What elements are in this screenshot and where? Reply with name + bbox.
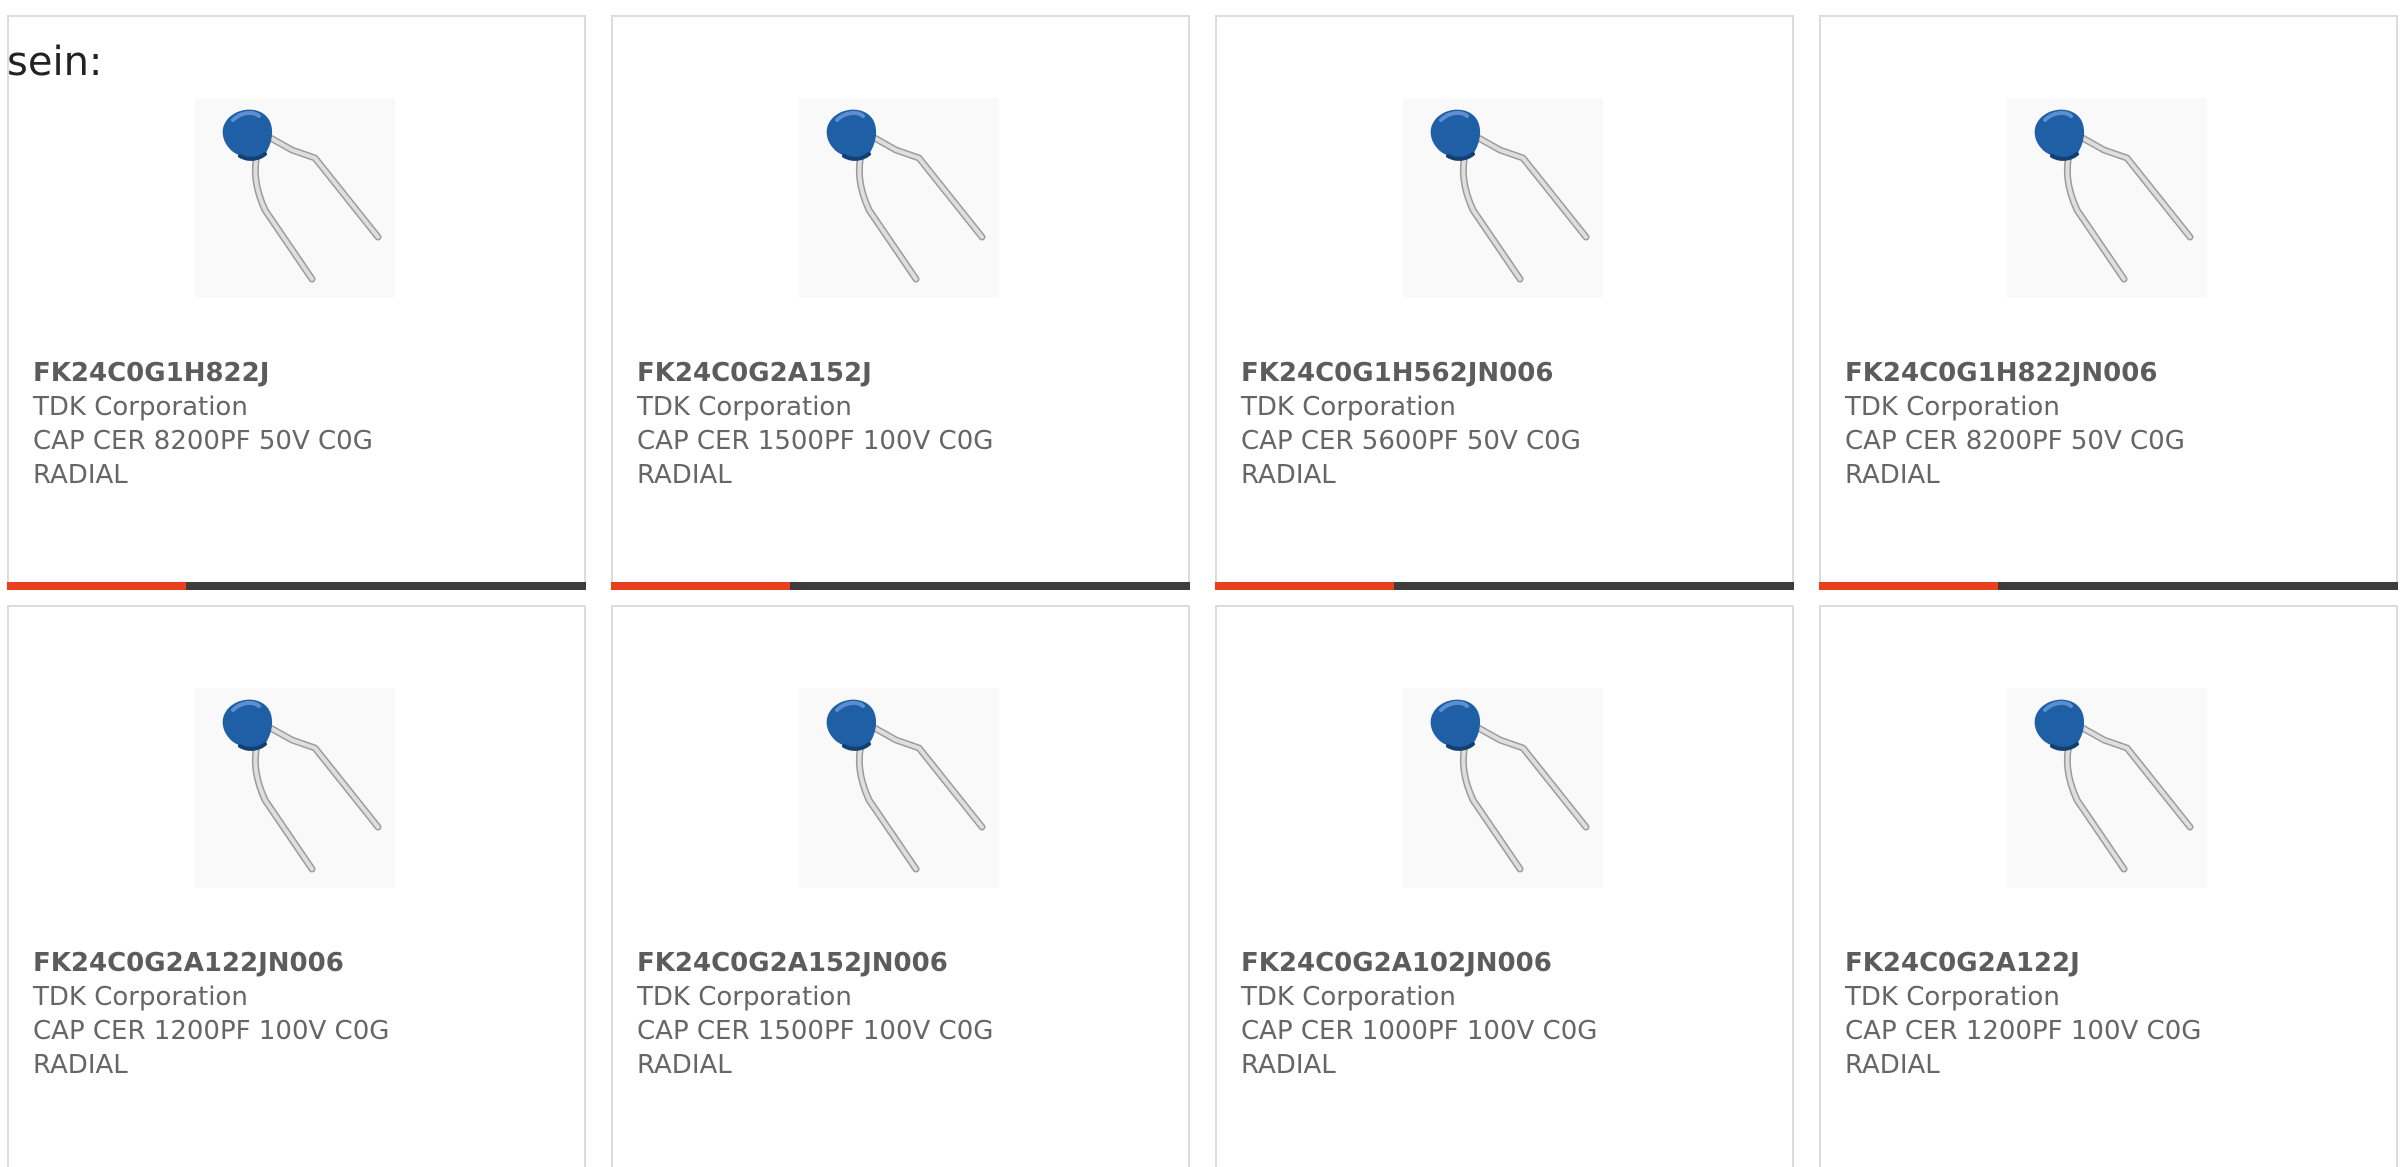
manufacturer: TDK Corporation xyxy=(1241,392,1456,422)
carousel-progress-bar xyxy=(1819,582,2398,590)
part-number[interactable]: FK24C0G1H822JN006 xyxy=(1845,356,2376,390)
description-line: CAP CER 1500PF 100V C0G xyxy=(637,1016,994,1046)
product-info: FK24C0G1H562JN006 TDK Corporation CAP CE… xyxy=(1241,356,1772,492)
manufacturer: TDK Corporation xyxy=(637,392,852,422)
carousel-progress-bar xyxy=(7,582,586,590)
description-line: CAP CER 8200PF 50V C0G xyxy=(1845,426,2185,456)
product-card[interactable]: FK24C0G2A122J TDK Corporation CAP CER 12… xyxy=(1819,605,2398,1167)
description-line: CAP CER 5600PF 50V C0G xyxy=(1241,426,1581,456)
product-card[interactable]: FK24C0G2A102JN006 TDK Corporation CAP CE… xyxy=(1215,605,1794,1167)
product-info: FK24C0G2A102JN006 TDK Corporation CAP CE… xyxy=(1241,946,1772,1082)
part-number[interactable]: FK24C0G2A122J xyxy=(1845,946,2376,980)
product-info: FK24C0G2A122J TDK Corporation CAP CER 12… xyxy=(1845,946,2376,1082)
carousel-progress-bar xyxy=(1215,582,1794,590)
ceramic-capacitor-icon[interactable] xyxy=(799,688,999,888)
product-card[interactable]: FK24C0G1H822J TDK Corporation CAP CER 82… xyxy=(7,15,586,590)
ceramic-capacitor-icon[interactable] xyxy=(195,98,395,298)
part-number[interactable]: FK24C0G1H562JN006 xyxy=(1241,356,1772,390)
progress-fill xyxy=(1215,582,1395,590)
ceramic-capacitor-icon[interactable] xyxy=(2007,98,2207,298)
product-grid: FK24C0G1H822J TDK Corporation CAP CER 82… xyxy=(7,15,2398,1167)
product-card[interactable]: FK24C0G1H562JN006 TDK Corporation CAP CE… xyxy=(1215,15,1794,590)
ceramic-capacitor-icon[interactable] xyxy=(195,688,395,888)
product-info: FK24C0G1H822J TDK Corporation CAP CER 82… xyxy=(33,356,564,492)
part-number[interactable]: FK24C0G2A102JN006 xyxy=(1241,946,1772,980)
ceramic-capacitor-icon[interactable] xyxy=(1403,98,1603,298)
product-info: FK24C0G2A122JN006 TDK Corporation CAP CE… xyxy=(33,946,564,1082)
progress-fill xyxy=(1819,582,1999,590)
description-line: CAP CER 1200PF 100V C0G xyxy=(1845,1016,2202,1046)
part-number[interactable]: FK24C0G2A122JN006 xyxy=(33,946,564,980)
description-line: RADIAL xyxy=(637,460,732,490)
product-carousel-page: sein: FK24C0G1H822J TDK Corporation CAP … xyxy=(0,0,2400,1167)
part-number[interactable]: FK24C0G2A152J xyxy=(637,356,1168,390)
manufacturer: TDK Corporation xyxy=(33,392,248,422)
part-number[interactable]: FK24C0G1H822J xyxy=(33,356,564,390)
intro-text: sein: xyxy=(7,39,103,85)
description-line: RADIAL xyxy=(33,460,128,490)
description-line: RADIAL xyxy=(1845,1050,1940,1080)
carousel-progress-bar xyxy=(611,582,1190,590)
description-line: RADIAL xyxy=(1845,460,1940,490)
manufacturer: TDK Corporation xyxy=(637,982,852,1012)
product-card[interactable]: FK24C0G2A122JN006 TDK Corporation CAP CE… xyxy=(7,605,586,1167)
progress-fill xyxy=(7,582,187,590)
ceramic-capacitor-icon[interactable] xyxy=(2007,688,2207,888)
product-info: FK24C0G2A152J TDK Corporation CAP CER 15… xyxy=(637,356,1168,492)
ceramic-capacitor-icon[interactable] xyxy=(799,98,999,298)
product-info: FK24C0G2A152JN006 TDK Corporation CAP CE… xyxy=(637,946,1168,1082)
description-line: RADIAL xyxy=(1241,460,1336,490)
description-line: CAP CER 1500PF 100V C0G xyxy=(637,426,994,456)
description-line: CAP CER 1000PF 100V C0G xyxy=(1241,1016,1598,1046)
manufacturer: TDK Corporation xyxy=(1845,982,2060,1012)
product-card[interactable]: FK24C0G2A152J TDK Corporation CAP CER 15… xyxy=(611,15,1190,590)
progress-fill xyxy=(611,582,791,590)
description-line: RADIAL xyxy=(1241,1050,1336,1080)
description-line: RADIAL xyxy=(33,1050,128,1080)
part-number[interactable]: FK24C0G2A152JN006 xyxy=(637,946,1168,980)
product-info: FK24C0G1H822JN006 TDK Corporation CAP CE… xyxy=(1845,356,2376,492)
ceramic-capacitor-icon[interactable] xyxy=(1403,688,1603,888)
description-line: RADIAL xyxy=(637,1050,732,1080)
manufacturer: TDK Corporation xyxy=(1845,392,2060,422)
description-line: CAP CER 8200PF 50V C0G xyxy=(33,426,373,456)
description-line: CAP CER 1200PF 100V C0G xyxy=(33,1016,390,1046)
product-card[interactable]: FK24C0G1H822JN006 TDK Corporation CAP CE… xyxy=(1819,15,2398,590)
product-card[interactable]: FK24C0G2A152JN006 TDK Corporation CAP CE… xyxy=(611,605,1190,1167)
manufacturer: TDK Corporation xyxy=(1241,982,1456,1012)
manufacturer: TDK Corporation xyxy=(33,982,248,1012)
